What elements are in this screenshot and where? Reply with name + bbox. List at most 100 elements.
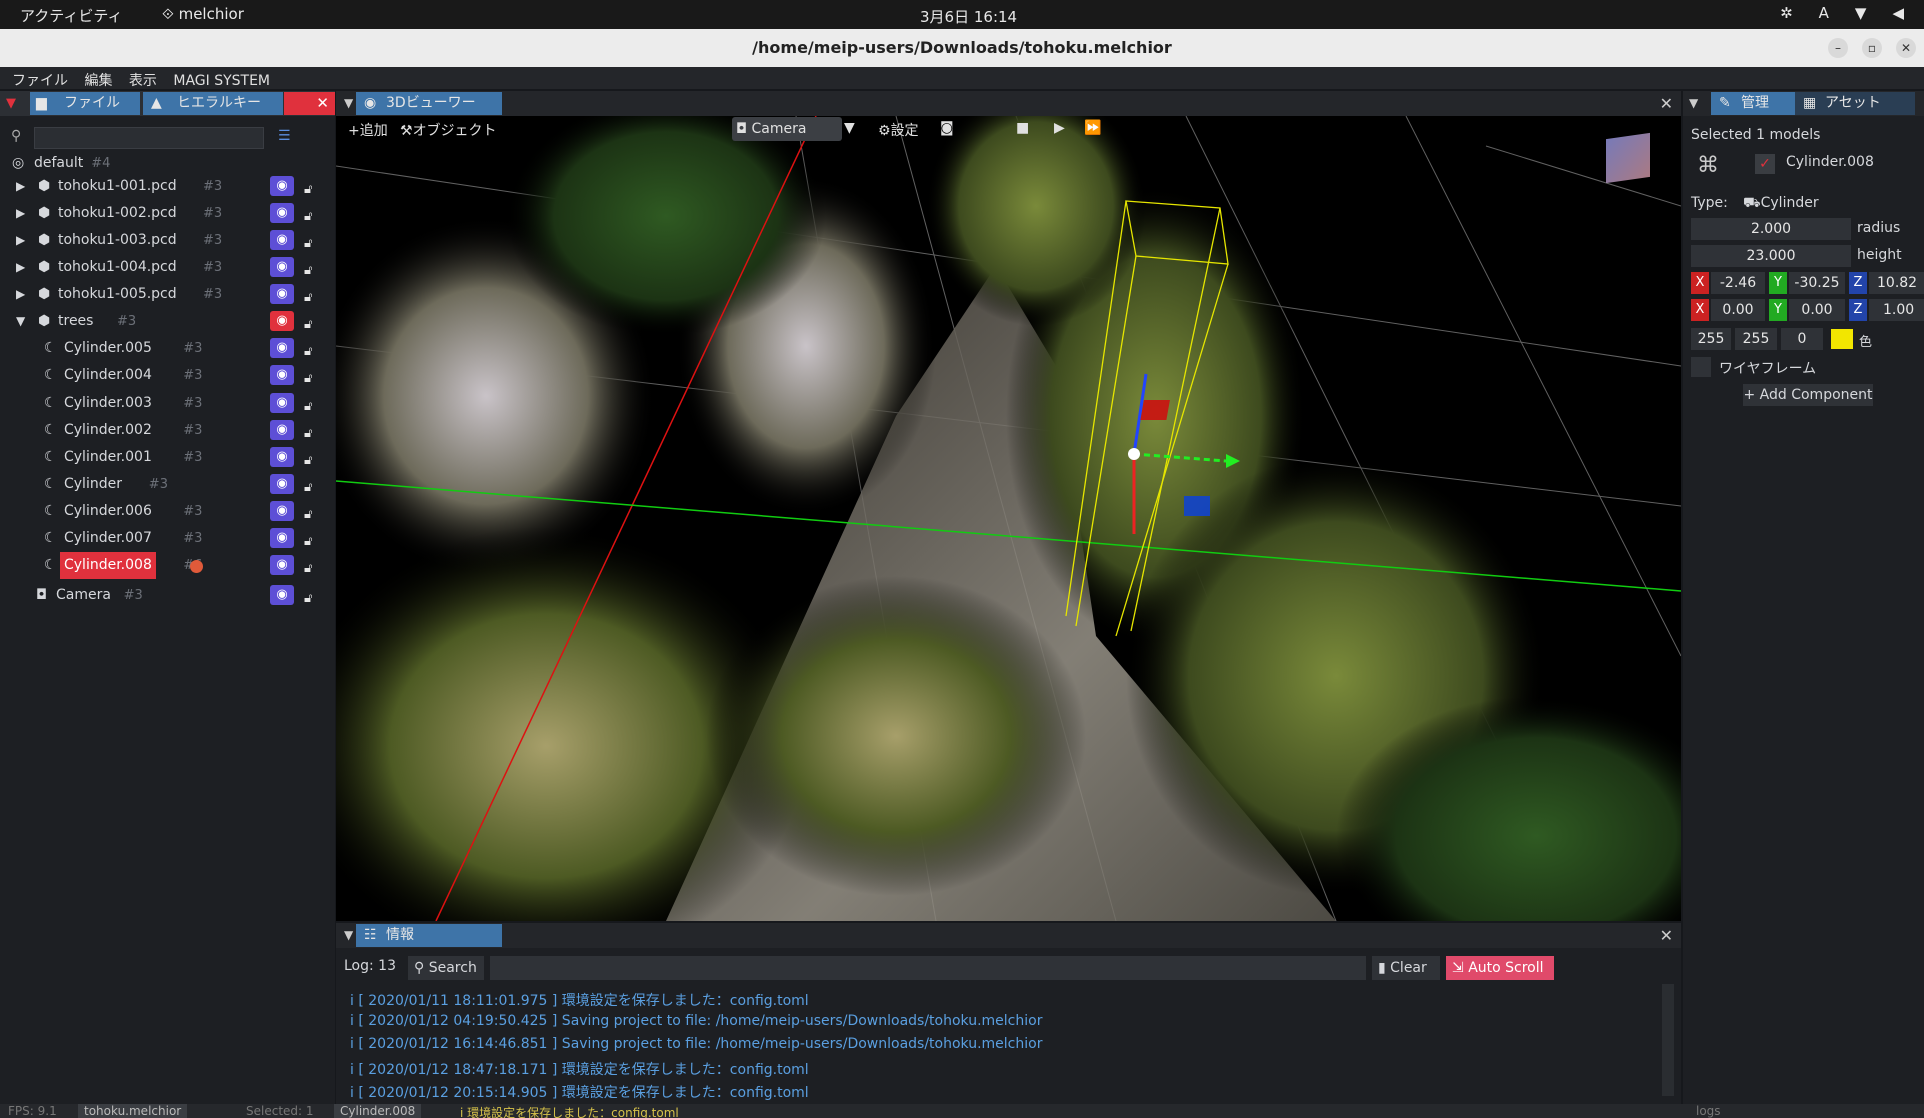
visibility-icon[interactable]: ◉ [270,176,294,196]
wifi-icon[interactable]: ▼ [1855,4,1867,22]
tab-file[interactable]: ▆ ファイル [30,92,140,115]
clear-log-button[interactable]: ▮ Clear [1372,956,1440,980]
app-menu[interactable]: ⟐ melchior [162,5,244,23]
visibility-icon[interactable]: ◉ [270,365,294,385]
orientation-cube[interactable] [1606,132,1650,184]
close-info-button[interactable]: ✕ [1660,926,1673,945]
tree-item[interactable]: ▼ ⬢ trees #3 ◉ 🔓︎ [0,308,335,335]
minimize-button[interactable]: – [1828,38,1848,58]
menu-view[interactable]: 表示 [129,70,157,90]
settings-button[interactable]: ⚙設定 [878,120,919,140]
close-window-button[interactable]: ✕ [1896,38,1916,58]
tree-item[interactable]: ☾ Cylinder.004 #3 ◉ 🔓︎ [0,362,335,389]
visibility-icon[interactable]: ◉ [270,501,294,521]
rot-z-field[interactable]: 1.00 [1869,299,1924,321]
unlock-icon[interactable]: 🔓︎ [304,420,312,447]
rot-x-field[interactable]: 0.00 [1711,299,1765,321]
log-scrollbar[interactable] [1662,984,1674,1096]
add-component-button[interactable]: + Add Component [1743,384,1873,406]
add-button[interactable]: +追加 [348,120,388,140]
menu-magi-system[interactable]: MAGI SYSTEM [173,73,270,89]
tree-item[interactable]: ◘ Camera #3 ◉ 🔓︎ [0,582,335,609]
log-search-button[interactable]: ⚲ Search [408,956,484,980]
tab-3d-viewer[interactable]: ◉ 3Dビューワー [356,92,502,115]
visibility-icon[interactable]: ◉ [270,528,294,548]
unlock-icon[interactable]: 🔓︎ [304,284,312,311]
menu-edit[interactable]: 編集 [84,70,112,90]
visibility-off-icon[interactable]: ◉ [270,311,294,331]
inspector-menu-icon[interactable]: ▼ [1689,96,1698,110]
collapse-arrow-icon[interactable]: ▼ [16,308,25,335]
tab-info[interactable]: ☷ 情報 [356,924,502,947]
status-logs[interactable]: logs [1696,1104,1721,1118]
tab-asset[interactable]: ▦ アセット [1795,92,1915,115]
visibility-icon[interactable]: ◉ [270,474,294,494]
model-name[interactable]: Cylinder.008 [1786,154,1874,170]
tree-item[interactable]: ▶ ⬢ tohoku1-004.pcd #3 ◉ 🔓︎ [0,254,335,281]
fast-forward-button[interactable]: ⏩ [1084,120,1101,136]
visibility-icon[interactable]: ◉ [270,203,294,223]
visibility-icon[interactable]: ◉ [270,230,294,250]
unlock-icon[interactable]: 🔓︎ [304,230,312,257]
panel-menu-icon[interactable]: ▼ [6,96,16,111]
tree-item[interactable]: ▶ ⬢ tohoku1-005.pcd #3 ◉ 🔓︎ [0,281,335,308]
tree-item[interactable]: ☾ Cylinder #3 ◉ 🔓︎ [0,471,335,498]
play-button[interactable]: ▶ [1054,120,1065,136]
unlock-icon[interactable]: 🔓︎ [304,585,312,612]
wireframe-checkbox[interactable] [1691,357,1711,377]
menu-file[interactable]: ファイル [12,70,68,90]
close-panel-button[interactable]: ✕ [284,92,335,115]
network-icon[interactable]: ✲ [1780,4,1793,22]
auto-scroll-toggle[interactable]: ⇲ Auto Scroll [1446,956,1554,980]
system-tray[interactable]: ✲ A ▼ ◀ [1780,4,1904,22]
viewer-menu-icon[interactable]: ▼ [344,96,353,110]
model-enabled-checkbox[interactable]: ✓ [1755,154,1775,174]
unlock-icon[interactable]: 🔓︎ [304,176,312,203]
pos-z-field[interactable]: 10.82 [1869,272,1924,294]
tree-item[interactable]: ☾ Cylinder.006 #3 ◉ 🔓︎ [0,498,335,525]
unlock-icon[interactable]: 🔓︎ [304,528,312,555]
visibility-icon[interactable]: ◉ [270,393,294,413]
unlock-icon[interactable]: 🔓︎ [304,474,312,501]
hierarchy-search-input[interactable] [34,127,264,149]
expand-arrow-icon[interactable]: ▶ [16,173,25,200]
close-viewer-button[interactable]: ✕ [1660,94,1673,113]
tree-item[interactable]: ▶ ⬢ tohoku1-003.pcd #3 ◉ 🔓︎ [0,227,335,254]
tree-item[interactable]: ☾ Cylinder.001 #3 ◉ 🔓︎ [0,444,335,471]
tree-item[interactable]: ☾ Cylinder.002 #3 ◉ 🔓︎ [0,417,335,444]
unlock-icon[interactable]: 🔓︎ [304,257,312,284]
expand-arrow-icon[interactable]: ▶ [16,254,25,281]
unlock-icon[interactable]: 🔓︎ [304,338,312,365]
expand-arrow-icon[interactable]: ▶ [16,200,25,227]
list-view-button[interactable]: ☰ [278,128,298,148]
color-b-field[interactable]: 0 [1781,328,1823,350]
unlock-icon[interactable]: 🔓︎ [304,393,312,420]
unlock-icon[interactable]: 🔓︎ [304,311,312,338]
maximize-button[interactable]: ▫ [1862,38,1882,58]
tree-item[interactable]: ☾Cylinder.008#6◉🔓︎ [0,552,335,579]
info-menu-icon[interactable]: ▼ [344,928,353,942]
visibility-icon[interactable]: ◉ [270,284,294,304]
camera-dropdown-icon[interactable]: ▼ [844,120,855,136]
pos-x-field[interactable]: -2.46 [1711,272,1765,294]
color-r-field[interactable]: 255 [1691,328,1731,350]
stop-button[interactable]: ■ [1016,120,1029,136]
tree-item[interactable]: ☾ Cylinder.005 #3 ◉ 🔓︎ [0,335,335,362]
expand-arrow-icon[interactable]: ▶ [16,281,25,308]
unlock-icon[interactable]: 🔓︎ [304,501,312,528]
volume-icon[interactable]: ◀ [1892,4,1904,22]
tree-item[interactable]: ▶ ⬢ tohoku1-001.pcd #3 ◉ 🔓︎ [0,173,335,200]
object-button[interactable]: ⚒オブジェクト [400,120,497,140]
unlock-icon[interactable]: 🔓︎ [304,203,312,230]
status-model[interactable]: Cylinder.008 [334,1104,422,1118]
unlock-icon[interactable]: 🔓︎ [304,555,312,582]
visibility-icon[interactable]: ◉ [270,257,294,277]
log-search-input[interactable] [490,956,1366,980]
unlock-icon[interactable]: 🔓︎ [304,365,312,392]
visibility-icon[interactable]: ◉ [270,420,294,440]
unlock-icon[interactable]: 🔓︎ [304,447,312,474]
visibility-icon[interactable]: ◉ [270,555,294,575]
camera-select[interactable]: ◘ Camera [732,117,842,141]
tab-hierarchy[interactable]: ▲ ヒエラルキー [143,92,283,115]
radius-field[interactable]: 2.000 [1691,218,1851,240]
